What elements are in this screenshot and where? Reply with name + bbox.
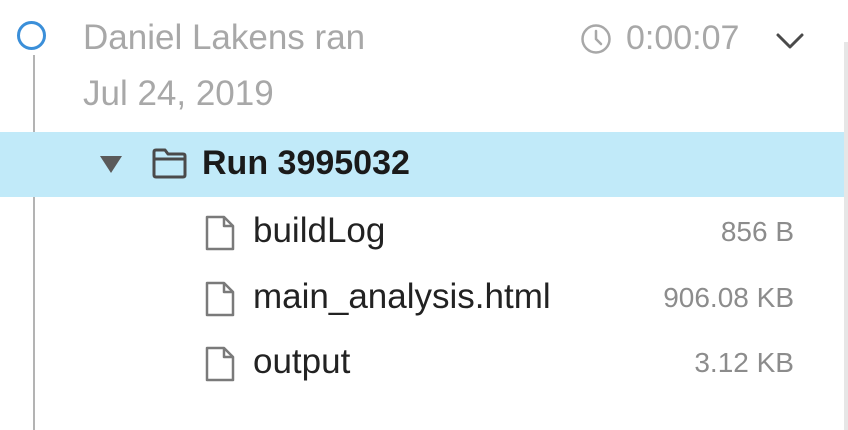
run-name: Run 3995032 [202, 144, 410, 182]
timeline-dot-icon [17, 21, 46, 50]
file-name: output [253, 342, 351, 381]
clock-icon [581, 24, 611, 54]
file-name: buildLog [253, 211, 386, 250]
run-folder-row[interactable]: Run 3995032 [0, 132, 844, 197]
run-date: Jul 24, 2019 [83, 74, 274, 113]
caret-down-icon[interactable] [99, 154, 123, 174]
file-icon [205, 346, 235, 382]
run-duration: 0:00:07 [626, 19, 740, 57]
chevron-down-icon[interactable] [775, 30, 805, 52]
file-size: 906.08 KB [663, 282, 794, 313]
file-size: 856 B [720, 216, 794, 247]
run-user-line: Daniel Lakens ran [83, 18, 366, 57]
file-row[interactable]: buildLog 856 B [0, 201, 844, 263]
file-icon [205, 215, 235, 251]
file-icon [205, 281, 235, 317]
file-row[interactable]: output 3.12 KB [0, 332, 844, 394]
right-edge-divider [844, 42, 848, 430]
folder-icon [152, 148, 187, 179]
file-name: main_analysis.html [253, 277, 551, 316]
file-row[interactable]: main_analysis.html 906.08 KB [0, 267, 844, 329]
file-size: 3.12 KB [694, 347, 794, 378]
